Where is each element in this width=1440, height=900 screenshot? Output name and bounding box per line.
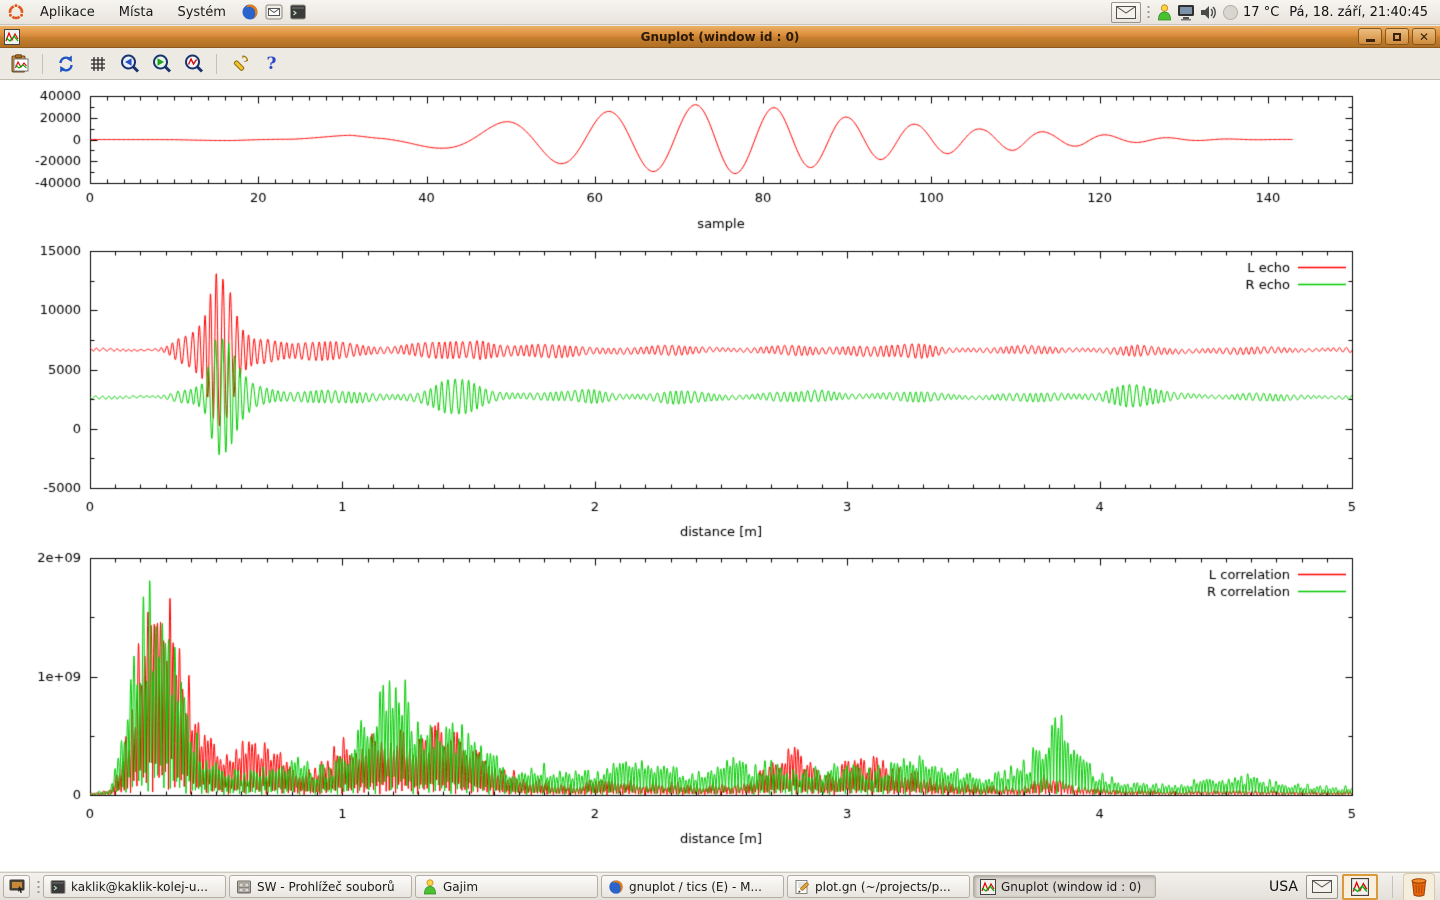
grid-toggle-button[interactable] bbox=[84, 50, 111, 77]
temperature-indicator: 17 °C bbox=[1241, 5, 1285, 20]
weather-tray-icon[interactable] bbox=[1219, 0, 1241, 25]
window-titlebar[interactable]: Gnuplot (window id : 0) ✕ bbox=[0, 26, 1440, 48]
task-text-editor[interactable]: plot.gn (~/projects/p... bbox=[787, 875, 970, 898]
settings-wrench-button[interactable] bbox=[226, 50, 253, 77]
menu-applications[interactable]: Aplikace bbox=[28, 0, 107, 25]
plot-area bbox=[0, 80, 1440, 871]
gajim-icon bbox=[422, 879, 438, 895]
plot-canvas[interactable] bbox=[0, 80, 1440, 871]
zoom-next-button[interactable] bbox=[148, 50, 175, 77]
gnuplot-window: Gnuplot (window id : 0) ✕ bbox=[0, 26, 1440, 871]
terminal-launcher-icon[interactable] bbox=[286, 0, 310, 25]
taskbar-separator bbox=[1392, 876, 1393, 898]
firefox-launcher-icon[interactable] bbox=[238, 0, 262, 25]
zoom-previous-button[interactable] bbox=[116, 50, 143, 77]
window-title: Gnuplot (window id : 0) bbox=[0, 26, 1440, 48]
mail-notification-icon[interactable] bbox=[1111, 2, 1141, 23]
copy-plot-button[interactable] bbox=[6, 50, 33, 77]
task-file-manager[interactable]: SW - Prohlížeč souborů bbox=[229, 875, 412, 898]
maximize-icon bbox=[1393, 33, 1401, 41]
text-editor-icon bbox=[794, 879, 810, 895]
task-label: kaklik@kaklik-kolej-u... bbox=[71, 880, 208, 894]
terminal-icon bbox=[50, 879, 66, 895]
refresh-button[interactable] bbox=[52, 50, 79, 77]
mail-tray-button[interactable] bbox=[1306, 875, 1338, 899]
tray-handle[interactable] bbox=[1145, 3, 1151, 21]
task-label: Gajim bbox=[443, 880, 478, 894]
minimize-button[interactable] bbox=[1358, 28, 1382, 45]
task-firefox[interactable]: gnuplot / tics (E) - M... bbox=[601, 875, 784, 898]
window-toolbar: ? bbox=[0, 48, 1440, 80]
firefox-icon bbox=[608, 879, 624, 895]
task-label: Gnuplot (window id : 0) bbox=[1001, 880, 1141, 894]
trash-applet[interactable] bbox=[1403, 873, 1435, 900]
menu-places[interactable]: Místa bbox=[107, 0, 166, 25]
task-terminal[interactable]: kaklik@kaklik-kolej-u... bbox=[43, 875, 226, 898]
keyboard-layout-indicator[interactable]: USA bbox=[1261, 879, 1306, 895]
taskbar: kaklik@kaklik-kolej-u... SW - Prohlížeč … bbox=[0, 872, 1440, 900]
close-button[interactable]: ✕ bbox=[1412, 28, 1436, 45]
taskbar-handle[interactable] bbox=[35, 878, 41, 896]
maximize-button[interactable] bbox=[1385, 28, 1409, 45]
task-label: gnuplot / tics (E) - M... bbox=[629, 880, 762, 894]
minimize-icon bbox=[1366, 39, 1375, 42]
toolbar-separator bbox=[42, 54, 43, 74]
task-gnuplot[interactable]: Gnuplot (window id : 0) bbox=[973, 875, 1156, 898]
clock[interactable]: Pá, 18. září, 21:40:45 bbox=[1285, 5, 1436, 20]
ubuntu-logo-icon[interactable] bbox=[4, 0, 28, 25]
top-panel: Aplikace Místa Systém bbox=[0, 0, 1440, 25]
file-manager-icon bbox=[236, 879, 252, 895]
help-button[interactable]: ? bbox=[258, 50, 285, 77]
trash-icon bbox=[1410, 877, 1428, 897]
volume-tray-icon[interactable] bbox=[1197, 0, 1219, 25]
gnuplot-icon bbox=[980, 879, 996, 895]
task-label: SW - Prohlížeč souborů bbox=[257, 880, 395, 894]
show-desktop-button[interactable] bbox=[3, 875, 30, 898]
task-gajim[interactable]: Gajim bbox=[415, 875, 598, 898]
gajim-tray-icon[interactable] bbox=[1153, 0, 1175, 25]
gnuplot-tray-button[interactable] bbox=[1342, 874, 1378, 900]
zoom-button[interactable] bbox=[180, 50, 207, 77]
toolbar-separator bbox=[216, 54, 217, 74]
task-label: plot.gn (~/projects/p... bbox=[815, 880, 951, 894]
close-icon: ✕ bbox=[1419, 31, 1429, 43]
help-icon: ? bbox=[267, 54, 277, 74]
display-tray-icon[interactable] bbox=[1175, 0, 1197, 25]
mail-launcher-icon[interactable] bbox=[262, 0, 286, 25]
menu-system[interactable]: Systém bbox=[165, 0, 237, 25]
